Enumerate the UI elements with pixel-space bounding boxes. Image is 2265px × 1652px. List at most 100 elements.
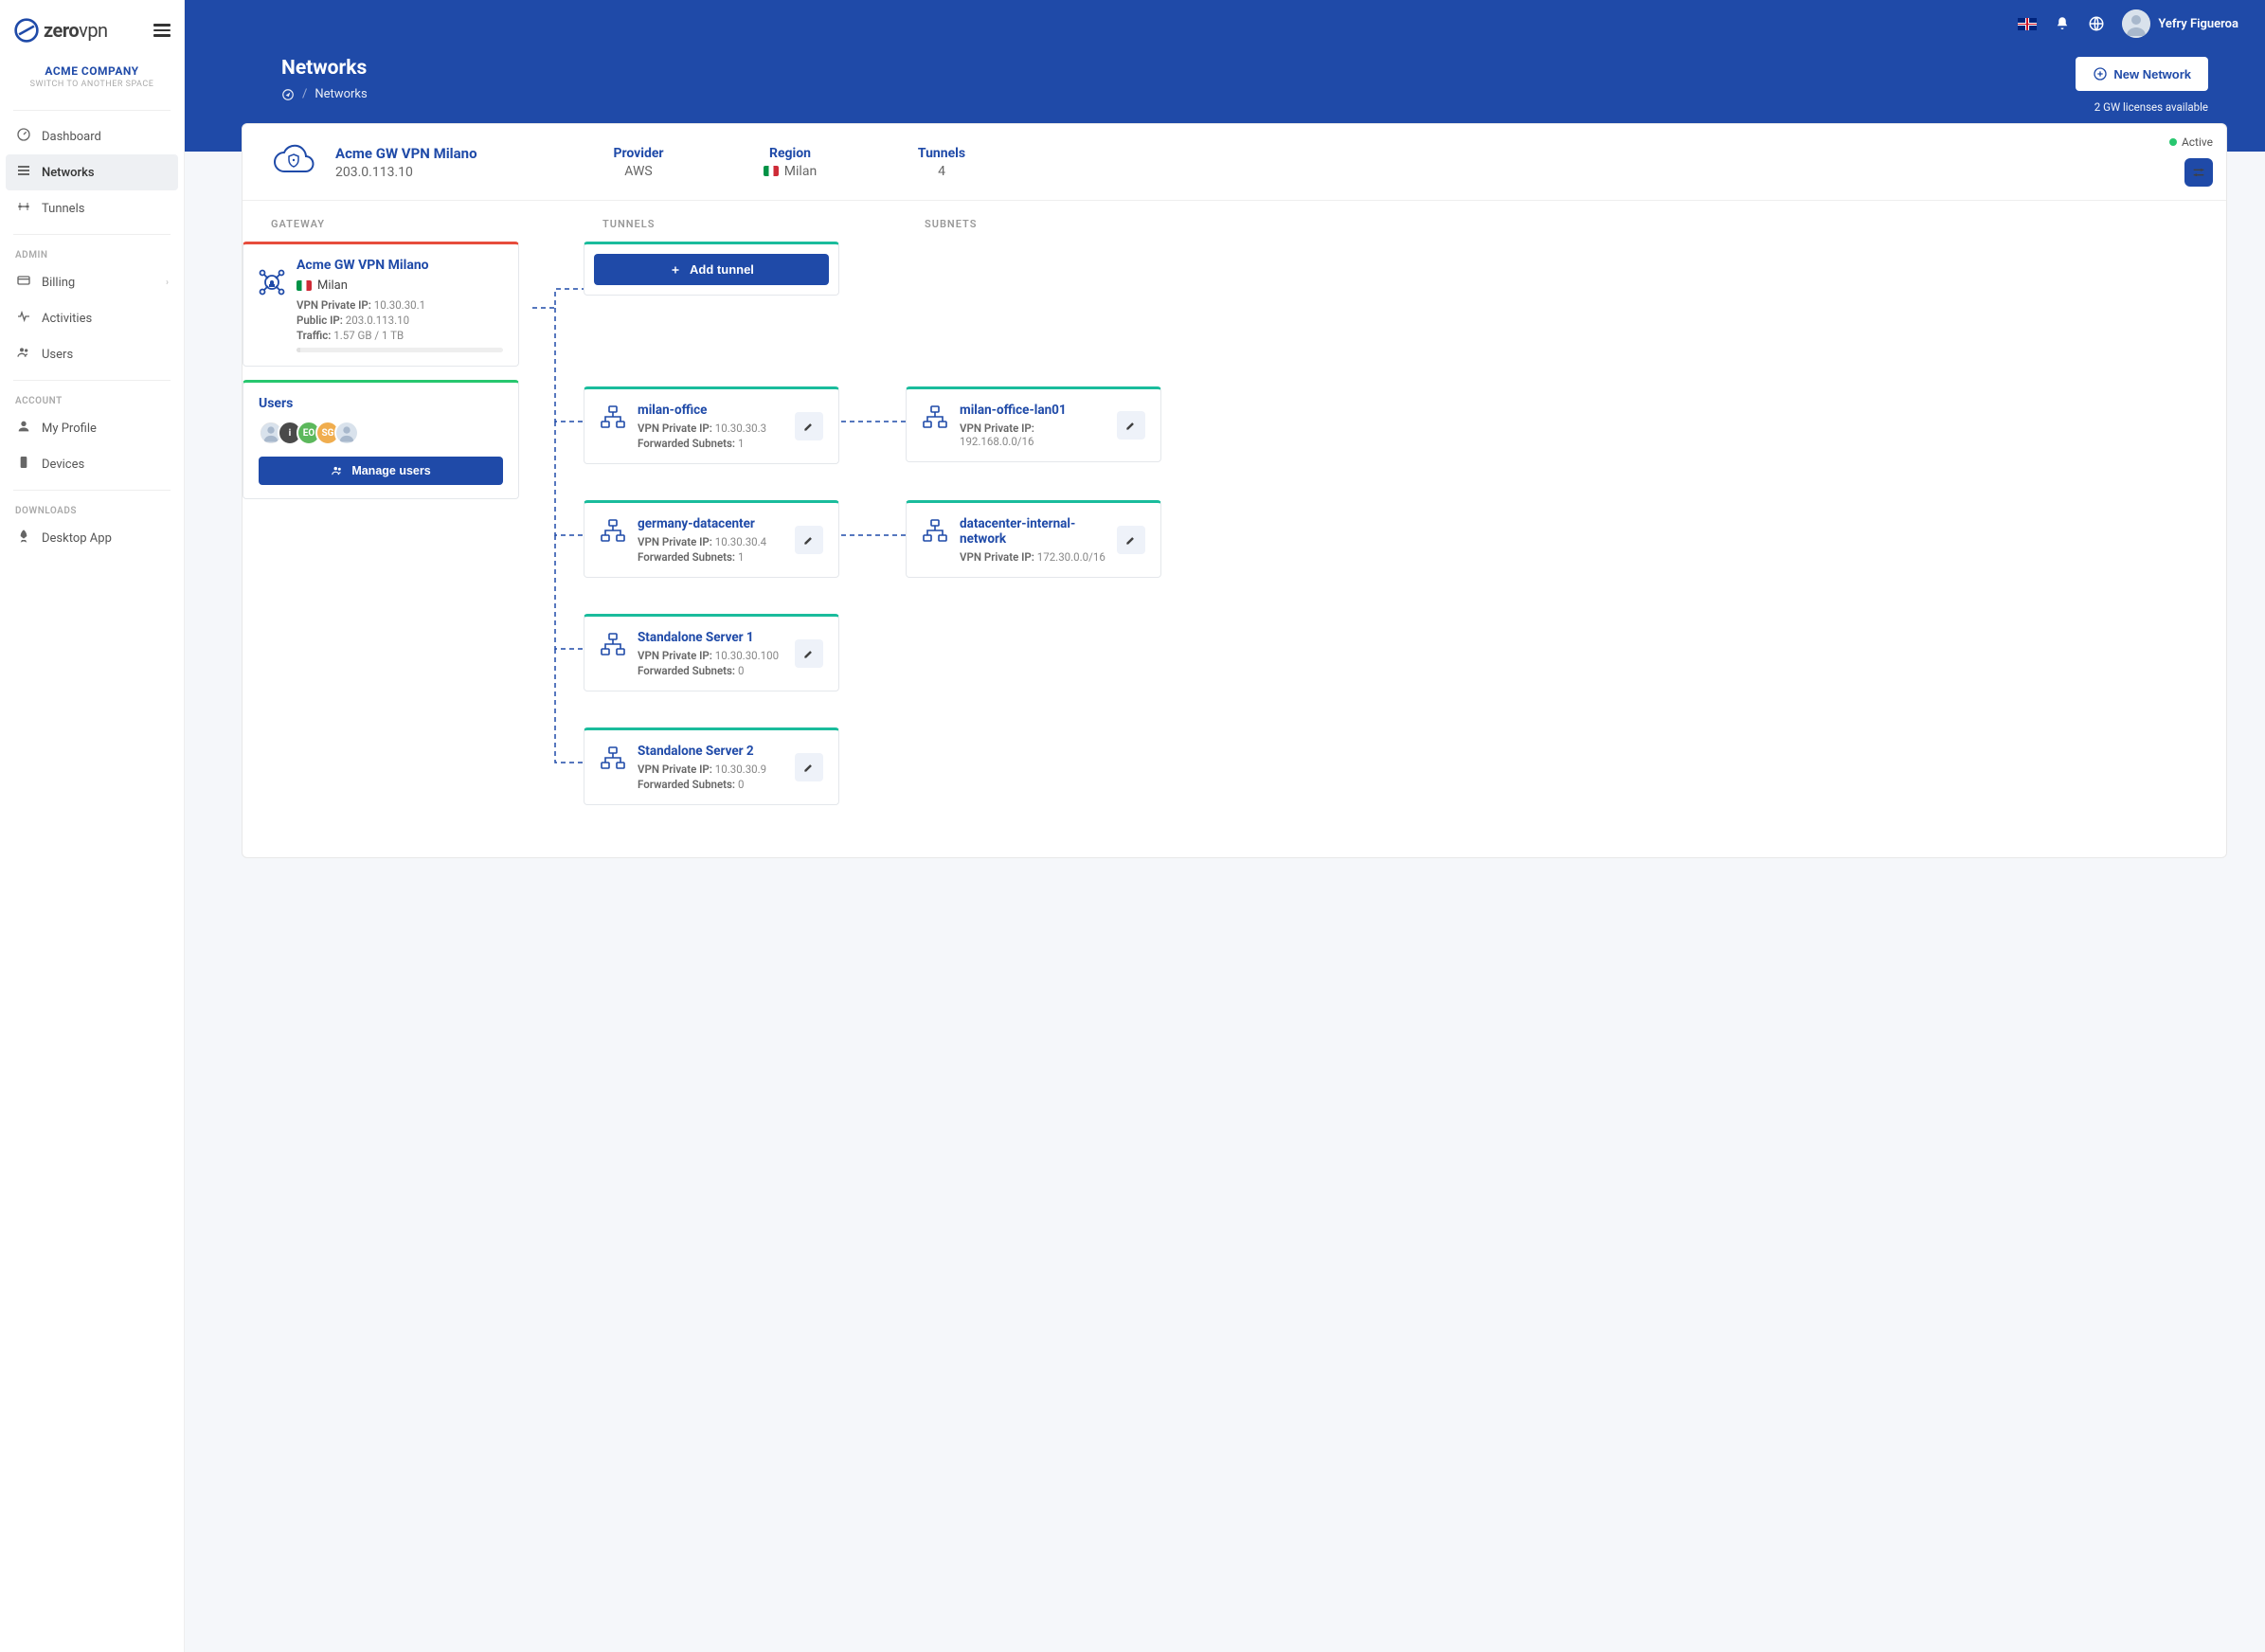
stat-region: Region Milan (724, 146, 856, 179)
heartbeat-icon (15, 309, 32, 328)
traffic-progress (297, 348, 503, 352)
edit-tunnel-button[interactable] (795, 639, 823, 668)
edit-subnet-button[interactable] (1117, 411, 1145, 440)
gateway-panel: Acme GW VPN Milano Milan VPN Private IP:… (243, 242, 519, 367)
user-name: Yefry Figueroa (2158, 17, 2238, 31)
globe-icon[interactable] (2088, 15, 2105, 32)
users-icon (331, 464, 344, 477)
rocket-icon (15, 529, 32, 548)
manage-users-button[interactable]: Manage users (259, 457, 503, 485)
edit-tunnel-button[interactable] (795, 526, 823, 554)
tunnel-panel: milan-office VPN Private IP: 10.30.30.3 … (584, 386, 839, 464)
breadcrumb: / Networks (281, 87, 368, 101)
column-heading-subnets: SUBNETS (925, 218, 2198, 230)
sidebar-item-activities[interactable]: Activities (6, 300, 178, 336)
sidebar-item-label: Tunnels (42, 202, 84, 216)
company-switcher[interactable]: ACME COMPANY SWITCH TO ANOTHER SPACE (0, 61, 184, 102)
edit-subnet-button[interactable] (1117, 526, 1145, 554)
network-icon (600, 745, 626, 772)
edit-icon (1124, 419, 1138, 432)
tunnel-name: Standalone Server 1 (638, 630, 783, 645)
sidebar-item-desktop-app[interactable]: Desktop App (6, 520, 178, 556)
logo-text: zerovpn (44, 19, 108, 42)
plus-icon (669, 263, 682, 277)
list-icon (15, 163, 32, 182)
device-icon (15, 455, 32, 474)
logo-icon (13, 17, 40, 44)
nav-heading-account: ACCOUNT (0, 388, 184, 410)
settings-button[interactable] (2184, 158, 2213, 187)
sliders-icon (2191, 165, 2206, 180)
sidebar-item-label: Activities (42, 312, 92, 326)
add-tunnel-button[interactable]: Add tunnel (594, 254, 829, 285)
logo[interactable]: zerovpn (13, 17, 108, 44)
stat-tunnels: Tunnels 4 (875, 146, 1008, 179)
subnet-name: datacenter-internal-network (960, 516, 1106, 547)
edit-icon (802, 533, 816, 547)
tunnel-panel: germany-datacenter VPN Private IP: 10.30… (584, 500, 839, 578)
gateway-ip: 203.0.113.10 (335, 165, 553, 180)
edit-icon (802, 647, 816, 660)
license-note: 2 GW licenses available (2076, 100, 2208, 114)
bell-icon[interactable] (2054, 15, 2071, 32)
tunnel-panel: Standalone Server 1 VPN Private IP: 10.3… (584, 614, 839, 691)
column-heading-tunnels: TUNNELS (602, 218, 925, 230)
breadcrumb-separator: / (302, 87, 307, 101)
network-icon (922, 518, 948, 545)
person-icon (15, 419, 32, 438)
sidebar-item-label: Dashboard (42, 130, 101, 144)
new-network-button[interactable]: New Network (2076, 57, 2208, 91)
breadcrumb-current[interactable]: Networks (315, 87, 367, 101)
edit-icon (802, 420, 816, 433)
sidebar-item-dashboard[interactable]: Dashboard (6, 118, 178, 154)
network-icon (600, 518, 626, 545)
user-menu[interactable]: Yefry Figueroa (2122, 9, 2238, 38)
network-icon (600, 404, 626, 431)
gauge-icon (15, 127, 32, 146)
sidebar-item-profile[interactable]: My Profile (6, 410, 178, 446)
tunnel-name: milan-office (638, 403, 783, 418)
subnet-name: milan-office-lan01 (960, 403, 1106, 418)
gateway-node-icon (257, 267, 287, 297)
sidebar-item-label: Desktop App (42, 531, 112, 546)
edit-tunnel-button[interactable] (795, 412, 823, 440)
users-title: Users (259, 396, 503, 411)
tunnel-icon (15, 199, 32, 218)
sidebar: zerovpn ACME COMPANY SWITCH TO ANOTHER S… (0, 0, 185, 1652)
tunnel-panel: Standalone Server 2 VPN Private IP: 10.3… (584, 727, 839, 805)
column-heading-gateway: GATEWAY (271, 218, 602, 230)
status-dot-icon (2169, 138, 2177, 146)
nav-heading-downloads: DOWNLOADS (0, 498, 184, 520)
edit-icon (1124, 533, 1138, 547)
edit-tunnel-button[interactable] (795, 753, 823, 781)
compass-icon (281, 88, 295, 101)
sidebar-item-tunnels[interactable]: Tunnels (6, 190, 178, 226)
user-avatars: i EO SG (259, 421, 503, 445)
sidebar-item-label: Billing (42, 276, 75, 290)
sidebar-item-label: My Profile (42, 422, 97, 436)
sidebar-item-billing[interactable]: Billing › (6, 264, 178, 300)
menu-toggle-icon[interactable] (153, 24, 171, 37)
subnet-panel: datacenter-internal-network VPN Private … (906, 500, 1161, 578)
network-detail-card: Acme GW VPN Milano 203.0.113.10 Provider… (242, 123, 2227, 858)
card-icon (15, 273, 32, 292)
stat-provider: Provider AWS (572, 146, 705, 179)
language-flag-icon[interactable] (2018, 18, 2037, 30)
company-name: ACME COMPANY (9, 64, 174, 78)
sidebar-item-users[interactable]: Users (6, 336, 178, 372)
sidebar-item-networks[interactable]: Networks (6, 154, 178, 190)
add-tunnel-panel: Add tunnel (584, 242, 839, 296)
flag-italy-icon (764, 166, 779, 176)
page-title: Networks (281, 57, 368, 80)
sidebar-item-label: Devices (42, 458, 84, 472)
chevron-right-icon: › (166, 278, 169, 288)
status-badge: Active (2169, 135, 2213, 149)
network-icon (600, 632, 626, 658)
avatar (334, 421, 359, 445)
users-panel: Users i EO SG Manage users (243, 380, 519, 499)
sidebar-item-label: Users (42, 348, 73, 362)
sidebar-item-devices[interactable]: Devices (6, 446, 178, 482)
network-icon (922, 404, 948, 431)
tunnel-name: Standalone Server 2 (638, 744, 783, 759)
company-switch-label: SWITCH TO ANOTHER SPACE (9, 80, 174, 89)
